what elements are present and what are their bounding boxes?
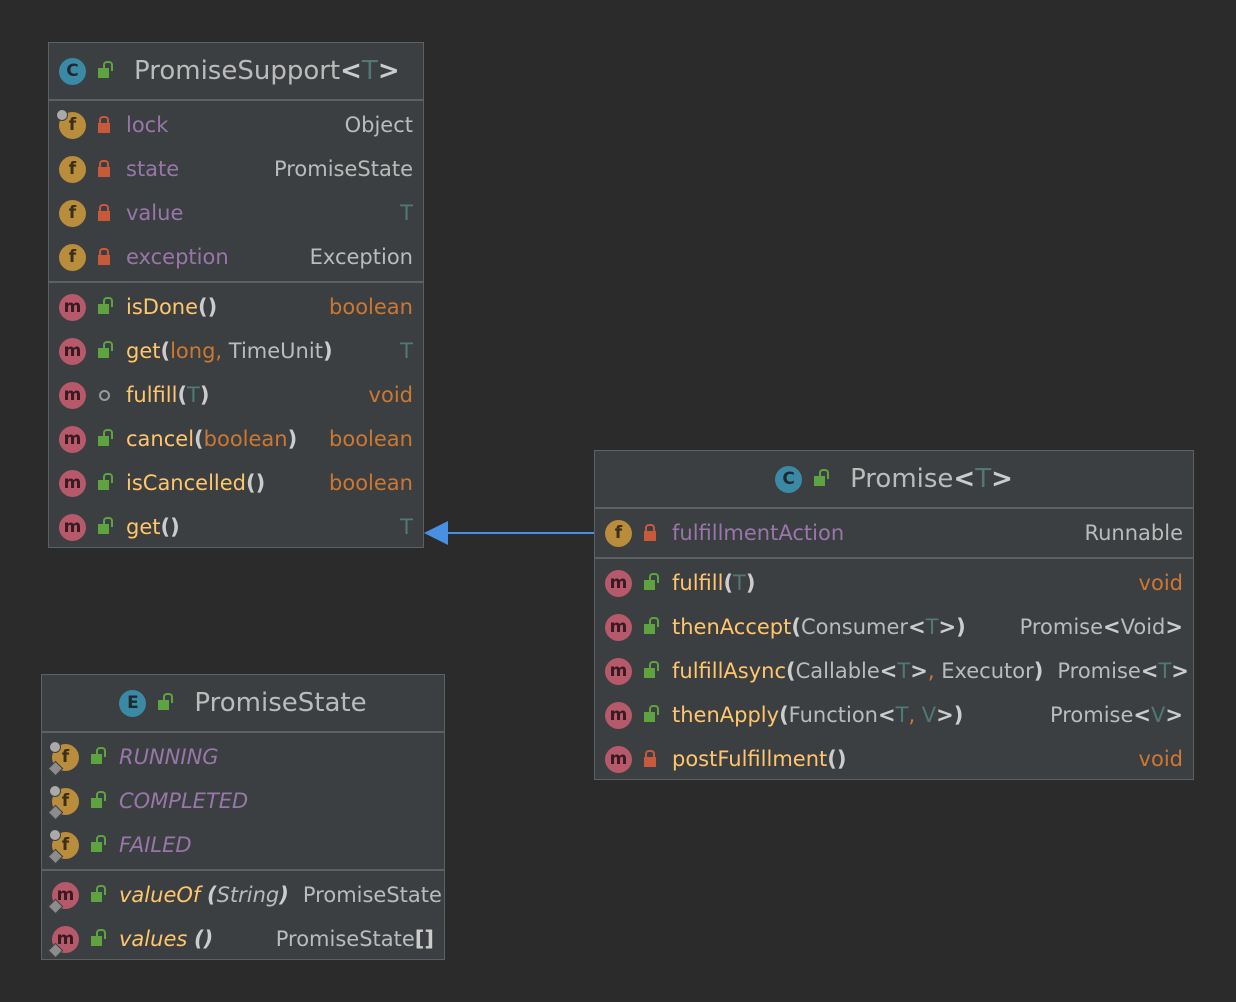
inheritance-arrow[interactable]	[0, 0, 1236, 1002]
arrow-head	[424, 521, 448, 545]
